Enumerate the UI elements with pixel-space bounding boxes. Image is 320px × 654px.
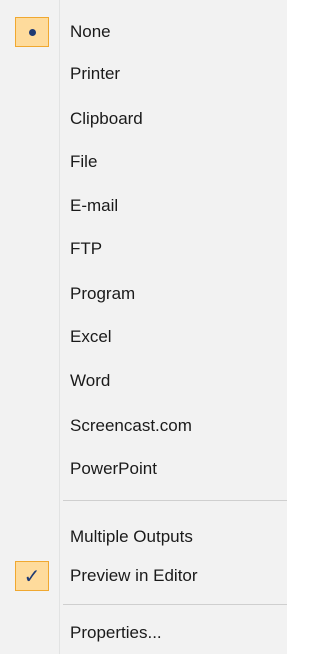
menu-item-label: Program [70, 284, 136, 303]
menu-item-printer[interactable]: Printer [0, 55, 287, 93]
menu-item-label: Properties... [70, 623, 162, 642]
menu-item-label: Clipboard [70, 109, 143, 128]
menu-item-label: Excel [70, 327, 112, 346]
menu-item-label: FTP [70, 239, 103, 258]
selected-marker [15, 17, 49, 47]
menu-item-word[interactable]: Word [0, 362, 287, 400]
menu-item-label: File [70, 152, 98, 171]
menu-item-label: Word [70, 371, 111, 390]
menu-item-properties[interactable]: Properties... [0, 614, 287, 652]
output-menu: None Printer Clipboard File E-mail FTP P… [0, 0, 287, 654]
menu-item-label: E-mail [70, 196, 119, 215]
menu-item-label: Preview in Editor [70, 566, 198, 585]
menu-item-ftp[interactable]: FTP [0, 230, 287, 268]
menu-item-label: Printer [70, 64, 121, 83]
menu-item-clipboard[interactable]: Clipboard [0, 100, 287, 138]
menu-item-powerpoint[interactable]: PowerPoint [0, 450, 287, 488]
checked-marker: ✓ [15, 561, 49, 591]
checkmark-icon: ✓ [23, 564, 41, 588]
menu-item-label: None [70, 22, 111, 41]
menu-item-label: Screencast.com [70, 416, 192, 435]
menu-item-program[interactable]: Program [0, 275, 287, 313]
menu-item-label: Multiple Outputs [70, 527, 193, 546]
menu-separator [63, 604, 287, 605]
menu-item-screencast[interactable]: Screencast.com [0, 407, 287, 445]
menu-separator [63, 500, 287, 501]
menu-item-file[interactable]: File [0, 143, 287, 181]
menu-item-email[interactable]: E-mail [0, 187, 287, 225]
menu-item-label: PowerPoint [70, 459, 157, 478]
menu-item-none[interactable]: None [0, 13, 287, 51]
radio-bullet-icon [29, 29, 36, 36]
menu-item-multiple-outputs[interactable]: Multiple Outputs [0, 518, 287, 556]
menu-item-excel[interactable]: Excel [0, 318, 287, 356]
menu-item-preview-in-editor[interactable]: ✓ Preview in Editor [0, 557, 287, 595]
